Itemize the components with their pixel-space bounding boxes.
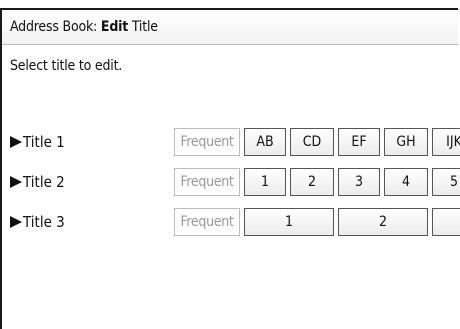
instruction-text: Select title to edit.	[10, 58, 123, 74]
title-2-1-button[interactable]: 1	[244, 168, 286, 196]
title-1-ef-button[interactable]: EF	[338, 128, 380, 156]
screen-title-bold: Edit	[100, 19, 129, 35]
title-1-ab-button[interactable]: AB	[244, 128, 286, 156]
title-2-frequent-button[interactable]: Frequent	[174, 168, 240, 196]
title-2-4-button[interactable]: 4	[384, 168, 428, 196]
title-3-2-button[interactable]: 2	[338, 208, 428, 236]
title-2-2-button[interactable]: 2	[290, 168, 334, 196]
title-3-3-button[interactable]	[432, 208, 460, 236]
title-3-label: Title 3	[10, 209, 65, 235]
screen-title-prefix: Address Book:	[10, 19, 101, 35]
title-2-3-button[interactable]: 3	[338, 168, 380, 196]
title-1-frequent-button[interactable]: Frequent	[174, 128, 240, 156]
title-3-label-text: Title 3	[23, 213, 65, 231]
title-2-label-text: Title 2	[23, 173, 65, 191]
dialog-frame: Address Book: Edit Title Select title to…	[0, 8, 460, 329]
triangle-right-icon	[10, 216, 22, 228]
title-2-label: Title 2	[10, 169, 65, 195]
title-bar: Address Book: Edit Title	[2, 10, 458, 45]
title-1-gh-button[interactable]: GH	[384, 128, 428, 156]
title-1-ijk-button[interactable]: IJK	[432, 128, 460, 156]
title-1-cd-button[interactable]: CD	[290, 128, 334, 156]
title-1-label: Title 1	[10, 129, 65, 155]
screen-title-suffix: Title	[128, 19, 158, 35]
title-1-label-text: Title 1	[23, 133, 65, 151]
title-3-1-button[interactable]: 1	[244, 208, 334, 236]
triangle-right-icon	[10, 176, 22, 188]
triangle-right-icon	[10, 136, 22, 148]
screen-title: Address Book: Edit Title	[10, 19, 158, 35]
title-3-frequent-button[interactable]: Frequent	[174, 208, 240, 236]
title-2-5-button[interactable]: 5	[432, 168, 460, 196]
